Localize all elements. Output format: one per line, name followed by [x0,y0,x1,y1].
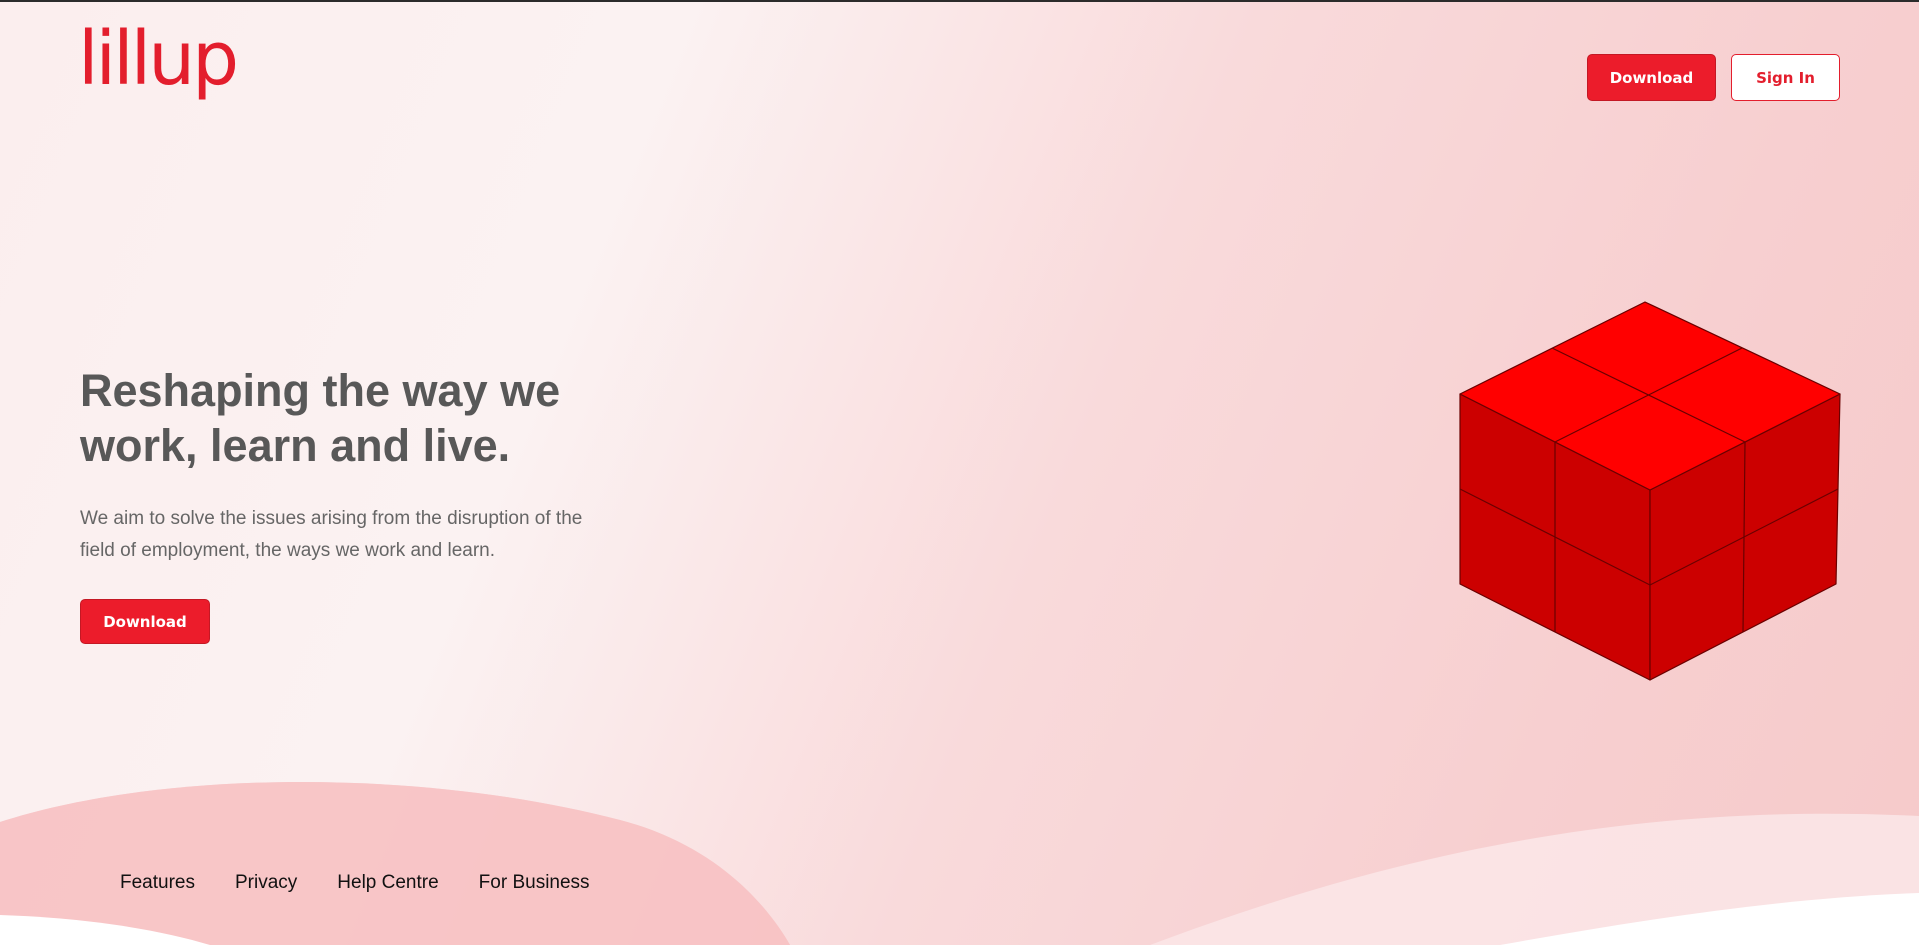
footer-link-features[interactable]: Features [120,872,195,894]
hero-download-button[interactable]: Download [80,599,210,644]
hero-description: We aim to solve the issues arising from … [80,508,583,561]
footer-link-privacy[interactable]: Privacy [235,872,297,894]
header-download-button[interactable]: Download [1587,54,1716,101]
footer-wave-background [0,781,1919,945]
footer-link-for-business[interactable]: For Business [479,872,590,894]
footer-nav: Features Privacy Help Centre For Busines… [120,872,590,894]
hero-headline: Reshaping the way we work, learn and liv… [80,365,561,471]
top-border [0,0,1919,2]
red-cube-illustration [1459,301,1841,681]
lillup-logo[interactable]: lillup [78,22,239,96]
sign-in-button[interactable]: Sign In [1731,54,1840,101]
footer-link-help-centre[interactable]: Help Centre [337,872,438,894]
